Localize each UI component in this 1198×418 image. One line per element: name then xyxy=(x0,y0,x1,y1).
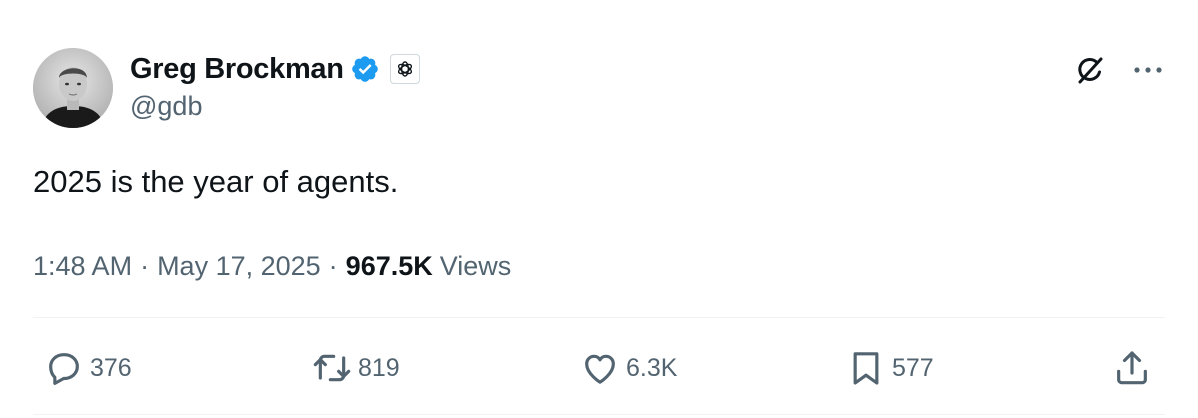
reply-icon xyxy=(44,348,84,388)
avatar[interactable] xyxy=(33,48,113,128)
like-button[interactable]: 6.3K xyxy=(580,346,677,390)
bookmark-button[interactable]: 577 xyxy=(846,346,934,390)
openai-logo-icon[interactable] xyxy=(389,54,420,84)
bookmark-icon xyxy=(846,348,886,388)
meta-separator: · xyxy=(328,250,338,281)
more-dots-icon[interactable] xyxy=(1128,50,1168,90)
divider xyxy=(33,414,1165,415)
verified-badge-icon[interactable] xyxy=(350,54,380,84)
retweet-icon xyxy=(312,348,352,388)
retweet-button[interactable]: 819 xyxy=(312,346,400,390)
reply-button[interactable]: 376 xyxy=(44,346,132,390)
retweet-count: 819 xyxy=(358,353,400,382)
tweet-date[interactable]: May 17, 2025 xyxy=(157,251,321,282)
tweet-text: 2025 is the year of agents. xyxy=(33,164,399,199)
reply-count: 376 xyxy=(90,353,132,382)
views-label[interactable]: Views xyxy=(440,251,512,282)
share-icon xyxy=(1112,348,1152,388)
author-name-row: Greg Brockman xyxy=(130,51,420,87)
author-handle[interactable]: @gdb xyxy=(130,91,202,122)
tweet-time[interactable]: 1:48 AM xyxy=(33,251,132,282)
like-count: 6.3K xyxy=(626,353,678,382)
tweet-meta: 1:48 AM · May 17, 2025 · 967.5K Views xyxy=(33,246,511,286)
grok-icon[interactable] xyxy=(1070,50,1110,90)
divider xyxy=(33,317,1165,318)
views-count[interactable]: 967.5K xyxy=(346,251,433,282)
heart-icon xyxy=(580,348,620,388)
share-button[interactable] xyxy=(1112,346,1152,390)
author-name[interactable]: Greg Brockman xyxy=(130,53,344,86)
tweet-card: Greg Brockman @gdb 2025 is the year of a… xyxy=(0,0,1198,418)
bookmark-count: 577 xyxy=(892,353,934,382)
meta-separator: · xyxy=(140,250,150,281)
